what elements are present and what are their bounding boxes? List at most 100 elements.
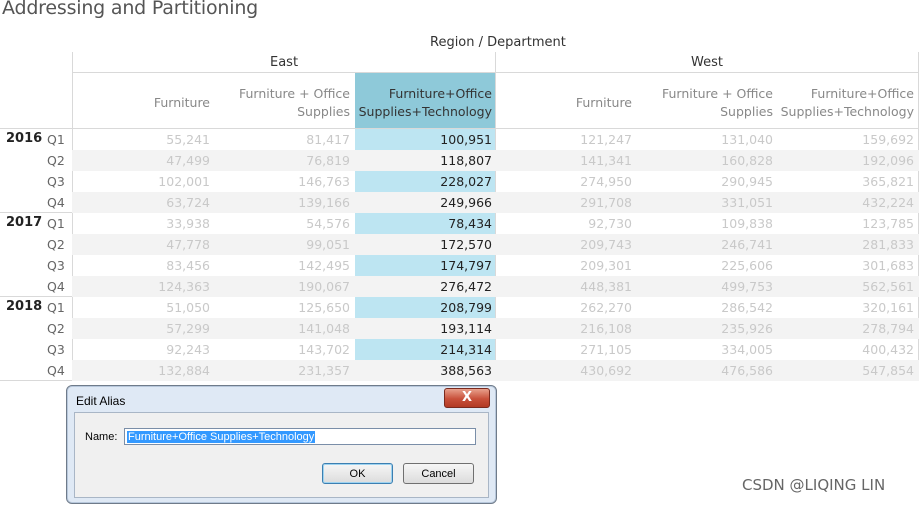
table-cell[interactable]: 142,495 bbox=[230, 258, 350, 273]
table-cell[interactable]: 231,357 bbox=[230, 363, 350, 378]
dialog-title: Edit Alias bbox=[76, 394, 126, 408]
table-cell[interactable]: 92,730 bbox=[512, 216, 632, 231]
dept-header-east-furniture[interactable]: Furniture bbox=[74, 80, 210, 126]
table-cell[interactable]: 562,561 bbox=[794, 279, 914, 294]
table-cell[interactable]: 109,838 bbox=[653, 216, 773, 231]
dept-header-east-furniture-office[interactable]: Furniture + Office Supplies bbox=[214, 80, 350, 126]
table-cell[interactable]: 92,243 bbox=[90, 342, 210, 357]
table-cell[interactable]: 276,472 bbox=[372, 279, 492, 294]
table-cell[interactable]: 83,456 bbox=[90, 258, 210, 273]
table-cell[interactable]: 118,807 bbox=[372, 153, 492, 168]
table-cell[interactable]: 249,966 bbox=[372, 195, 492, 210]
table-cell[interactable]: 499,753 bbox=[653, 279, 773, 294]
table-cell[interactable]: 432,224 bbox=[794, 195, 914, 210]
region-header-west[interactable]: West bbox=[691, 55, 723, 70]
quarter-label: Q4 bbox=[47, 195, 65, 210]
grid-line bbox=[72, 72, 919, 73]
quarter-label: Q4 bbox=[47, 363, 65, 378]
column-header-title: Region / Department bbox=[430, 35, 566, 50]
table-cell[interactable]: 159,692 bbox=[794, 132, 914, 147]
table-cell[interactable]: 33,938 bbox=[90, 216, 210, 231]
table-cell[interactable]: 193,114 bbox=[372, 321, 492, 336]
table-cell[interactable]: 55,241 bbox=[90, 132, 210, 147]
table-cell[interactable]: 448,381 bbox=[512, 279, 632, 294]
table-cell[interactable]: 47,778 bbox=[90, 237, 210, 252]
table-cell[interactable]: 301,683 bbox=[794, 258, 914, 273]
table-cell[interactable]: 78,434 bbox=[372, 216, 492, 231]
table-cell[interactable]: 172,570 bbox=[372, 237, 492, 252]
table-cell[interactable]: 123,785 bbox=[794, 216, 914, 231]
name-input-value: Furniture+Office Supplies+Technology bbox=[127, 431, 316, 443]
table-cell[interactable]: 331,051 bbox=[653, 195, 773, 210]
year-label: 2016 bbox=[6, 131, 43, 146]
table-cell[interactable]: 54,576 bbox=[230, 216, 350, 231]
table-cell[interactable]: 216,108 bbox=[512, 321, 632, 336]
quarter-label: Q2 bbox=[47, 237, 65, 252]
table-cell[interactable]: 81,417 bbox=[230, 132, 350, 147]
table-cell[interactable]: 225,606 bbox=[653, 258, 773, 273]
table-cell[interactable]: 143,702 bbox=[230, 342, 350, 357]
table-cell[interactable]: 102,001 bbox=[90, 174, 210, 189]
table-cell[interactable]: 334,005 bbox=[653, 342, 773, 357]
table-cell[interactable]: 214,314 bbox=[372, 342, 492, 357]
close-button[interactable]: X bbox=[444, 388, 490, 408]
name-input[interactable]: Furniture+Office Supplies+Technology bbox=[124, 428, 476, 445]
table-cell[interactable]: 139,166 bbox=[230, 195, 350, 210]
region-header-east[interactable]: East bbox=[270, 55, 298, 70]
table-cell[interactable]: 76,819 bbox=[230, 153, 350, 168]
table-cell[interactable]: 209,301 bbox=[512, 258, 632, 273]
quarter-label: Q1 bbox=[47, 300, 65, 315]
table-cell[interactable]: 246,741 bbox=[653, 237, 773, 252]
dept-header-west-furniture[interactable]: Furniture bbox=[497, 80, 632, 126]
table-cell[interactable]: 192,096 bbox=[794, 153, 914, 168]
table-cell[interactable]: 291,708 bbox=[512, 195, 632, 210]
table-cell[interactable]: 281,833 bbox=[794, 237, 914, 252]
table-cell[interactable]: 476,586 bbox=[653, 363, 773, 378]
table-cell[interactable]: 365,821 bbox=[794, 174, 914, 189]
table-cell[interactable]: 100,951 bbox=[372, 132, 492, 147]
table-cell[interactable]: 160,828 bbox=[653, 153, 773, 168]
quarter-label: Q1 bbox=[47, 132, 65, 147]
dept-header-east-furniture-office-tech[interactable]: Furniture+Office Supplies+Technology bbox=[355, 80, 495, 126]
table-cell[interactable]: 47,499 bbox=[90, 153, 210, 168]
table-cell[interactable]: 146,763 bbox=[230, 174, 350, 189]
quarter-label: Q3 bbox=[47, 342, 65, 357]
table-cell[interactable]: 271,105 bbox=[512, 342, 632, 357]
table-cell[interactable]: 51,050 bbox=[90, 300, 210, 315]
table-cell[interactable]: 57,299 bbox=[90, 321, 210, 336]
table-cell[interactable]: 290,945 bbox=[653, 174, 773, 189]
table-cell[interactable]: 430,692 bbox=[512, 363, 632, 378]
table-cell[interactable]: 141,341 bbox=[512, 153, 632, 168]
table-cell[interactable]: 131,040 bbox=[653, 132, 773, 147]
table-cell[interactable]: 174,797 bbox=[372, 258, 492, 273]
table-cell[interactable]: 125,650 bbox=[230, 300, 350, 315]
close-icon: X bbox=[461, 390, 473, 405]
table-cell[interactable]: 547,854 bbox=[794, 363, 914, 378]
table-cell[interactable]: 400,432 bbox=[794, 342, 914, 357]
table-cell[interactable]: 320,161 bbox=[794, 300, 914, 315]
table-cell[interactable]: 286,542 bbox=[653, 300, 773, 315]
cancel-button[interactable]: Cancel bbox=[403, 463, 474, 484]
table-cell[interactable]: 235,926 bbox=[653, 321, 773, 336]
table-cell[interactable]: 124,363 bbox=[90, 279, 210, 294]
table-cell[interactable]: 278,794 bbox=[794, 321, 914, 336]
watermark: CSDN @LIQING LIN bbox=[742, 476, 886, 494]
ok-button[interactable]: OK bbox=[322, 463, 393, 484]
table-cell[interactable]: 388,563 bbox=[372, 363, 492, 378]
table-cell[interactable]: 262,270 bbox=[512, 300, 632, 315]
name-label: Name: bbox=[85, 431, 118, 443]
table-cell[interactable]: 141,048 bbox=[230, 321, 350, 336]
table-cell[interactable]: 99,051 bbox=[230, 237, 350, 252]
table-cell[interactable]: 190,067 bbox=[230, 279, 350, 294]
dept-header-west-furniture-office-tech[interactable]: Furniture+Office Supplies+Technology bbox=[777, 80, 914, 126]
year-label: 2018 bbox=[6, 299, 43, 314]
table-cell[interactable]: 228,027 bbox=[372, 174, 492, 189]
table-cell[interactable]: 209,743 bbox=[512, 237, 632, 252]
table-cell[interactable]: 132,884 bbox=[90, 363, 210, 378]
table-cell[interactable]: 121,247 bbox=[512, 132, 632, 147]
quarter-label: Q1 bbox=[47, 216, 65, 231]
table-cell[interactable]: 274,950 bbox=[512, 174, 632, 189]
table-cell[interactable]: 63,724 bbox=[90, 195, 210, 210]
dept-header-west-furniture-office[interactable]: Furniture + Office Supplies bbox=[636, 80, 773, 126]
table-cell[interactable]: 208,799 bbox=[372, 300, 492, 315]
